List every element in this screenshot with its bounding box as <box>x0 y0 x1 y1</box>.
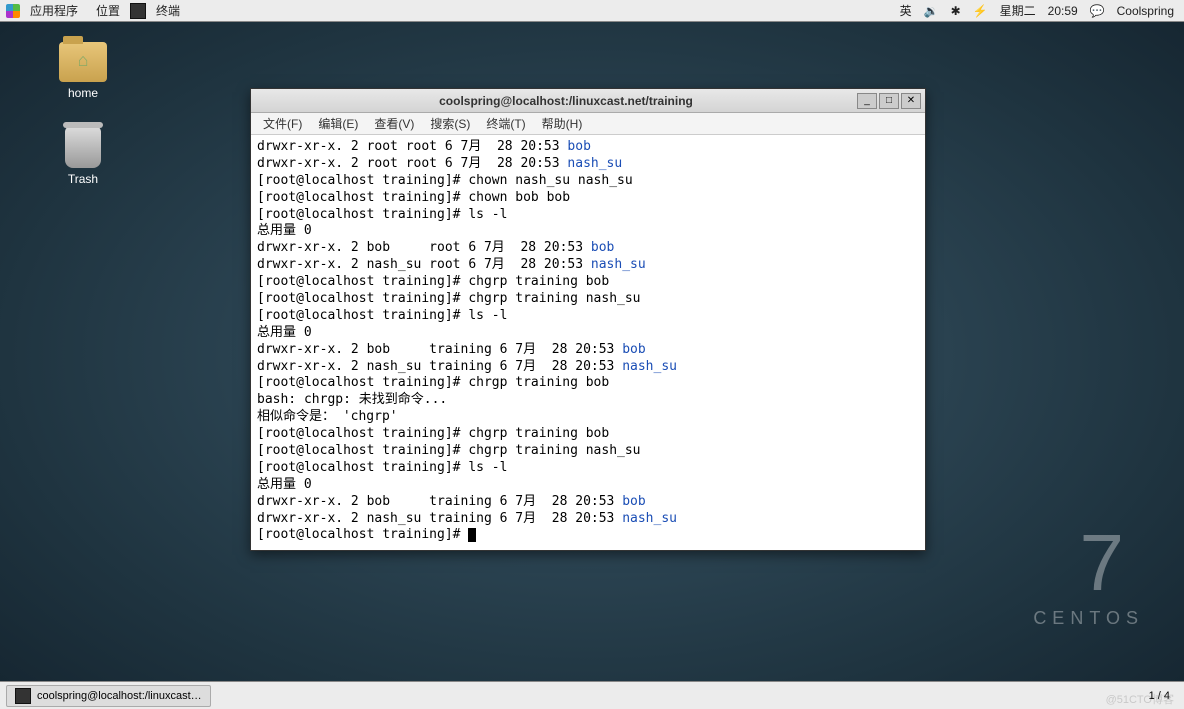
dir-name: nash_su <box>591 257 646 272</box>
term-line: [root@localhost training]# ls -l <box>257 308 507 323</box>
folder-icon <box>59 42 107 82</box>
dir-name: nash_su <box>622 359 677 374</box>
terminal-menubar: 文件(F) 编辑(E) 查看(V) 搜索(S) 终端(T) 帮助(H) <box>251 113 925 135</box>
minimize-button[interactable]: _ <box>857 93 877 109</box>
term-line: drwxr-xr-x. 2 root root 6 7月 28 20:53 <box>257 156 567 171</box>
distro-icon <box>6 4 20 18</box>
network-icon[interactable]: ⚡ <box>973 4 988 18</box>
workspace-indicator[interactable]: 1 / 4 <box>1141 688 1178 704</box>
term-line: [root@localhost training]# chgrp trainin… <box>257 426 609 441</box>
bluetooth-icon[interactable]: ✱ <box>951 4 961 18</box>
term-line: drwxr-xr-x. 2 nash_su training 6 7月 28 2… <box>257 511 622 526</box>
window-title: coolspring@localhost:/linuxcast.net/trai… <box>275 94 857 108</box>
menu-terminal[interactable]: 终端(T) <box>478 113 533 134</box>
top-panel: 应用程序 位置 终端 英 🔉 ✱ ⚡ 星期二 20:59 💬 Coolsprin… <box>0 0 1184 22</box>
terminal-task-icon[interactable] <box>130 3 146 19</box>
term-line: drwxr-xr-x. 2 bob root 6 7月 28 20:53 <box>257 240 591 255</box>
menu-edit[interactable]: 编辑(E) <box>310 113 366 134</box>
window-titlebar[interactable]: coolspring@localhost:/linuxcast.net/trai… <box>251 89 925 113</box>
terminal-icon <box>15 688 31 704</box>
term-line: [root@localhost training]# chown bob bob <box>257 190 570 205</box>
term-line: [root@localhost training]# chown nash_su… <box>257 173 633 188</box>
cursor <box>468 528 476 542</box>
home-label: home <box>68 86 98 100</box>
term-line: drwxr-xr-x. 2 root root 6 7月 28 20:53 <box>257 139 567 154</box>
applications-menu[interactable]: 应用程序 <box>22 0 86 21</box>
clock-time[interactable]: 20:59 <box>1048 4 1078 18</box>
bottom-panel: coolspring@localhost:/linuxcast… 1 / 4 <box>0 681 1184 709</box>
dir-name: bob <box>622 342 645 357</box>
terminal-body[interactable]: drwxr-xr-x. 2 root root 6 7月 28 20:53 bo… <box>251 135 925 550</box>
user-menu[interactable]: Coolspring <box>1117 4 1174 18</box>
term-line: 总用量 0 <box>257 325 312 340</box>
menu-search[interactable]: 搜索(S) <box>422 113 478 134</box>
term-line: drwxr-xr-x. 2 nash_su training 6 7月 28 2… <box>257 359 622 374</box>
close-button[interactable]: ✕ <box>901 93 921 109</box>
term-line: [root@localhost training]# chgrp trainin… <box>257 291 641 306</box>
term-line: [root@localhost training]# ls -l <box>257 460 507 475</box>
taskbar-label: coolspring@localhost:/linuxcast… <box>37 690 202 702</box>
term-line: drwxr-xr-x. 2 bob training 6 7月 28 20:53 <box>257 494 622 509</box>
trash-desktop-icon[interactable]: Trash <box>48 126 118 186</box>
trash-label: Trash <box>68 172 98 186</box>
taskbar-terminal-button[interactable]: coolspring@localhost:/linuxcast… <box>6 685 211 707</box>
term-line: [root@localhost training]# ls -l <box>257 207 507 222</box>
dir-name: bob <box>591 240 614 255</box>
term-line: 总用量 0 <box>257 223 312 238</box>
home-desktop-icon[interactable]: home <box>48 42 118 100</box>
maximize-button[interactable]: □ <box>879 93 899 109</box>
dir-name: bob <box>567 139 590 154</box>
dir-name: nash_su <box>622 511 677 526</box>
centos-seven: 7 <box>1080 517 1125 609</box>
trash-icon <box>65 126 101 168</box>
volume-icon[interactable]: 🔉 <box>924 4 939 18</box>
term-line: drwxr-xr-x. 2 bob training 6 7月 28 20:53 <box>257 342 622 357</box>
user-menu-icon[interactable]: 💬 <box>1090 4 1105 18</box>
term-line: [root@localhost training]# chgrp trainin… <box>257 443 641 458</box>
dir-name: nash_su <box>567 156 622 171</box>
term-line: 相似命令是： 'chgrp' <box>257 409 398 424</box>
input-method-indicator[interactable]: 英 <box>900 2 912 19</box>
centos-wordmark: CENTOS <box>1033 608 1144 629</box>
menu-file[interactable]: 文件(F) <box>255 113 310 134</box>
term-line: [root@localhost training]# <box>257 527 468 542</box>
term-line: [root@localhost training]# chrgp trainin… <box>257 375 609 390</box>
menu-view[interactable]: 查看(V) <box>366 113 422 134</box>
clock-day[interactable]: 星期二 <box>1000 2 1036 19</box>
terminal-window[interactable]: coolspring@localhost:/linuxcast.net/trai… <box>250 88 926 551</box>
menu-help[interactable]: 帮助(H) <box>534 113 591 134</box>
term-line: drwxr-xr-x. 2 nash_su root 6 7月 28 20:53 <box>257 257 591 272</box>
terminal-task-label[interactable]: 终端 <box>148 0 188 21</box>
places-menu[interactable]: 位置 <box>88 0 128 21</box>
term-line: [root@localhost training]# chgrp trainin… <box>257 274 609 289</box>
dir-name: bob <box>622 494 645 509</box>
term-line: 总用量 0 <box>257 477 312 492</box>
term-line: bash: chrgp: 未找到命令... <box>257 392 447 407</box>
